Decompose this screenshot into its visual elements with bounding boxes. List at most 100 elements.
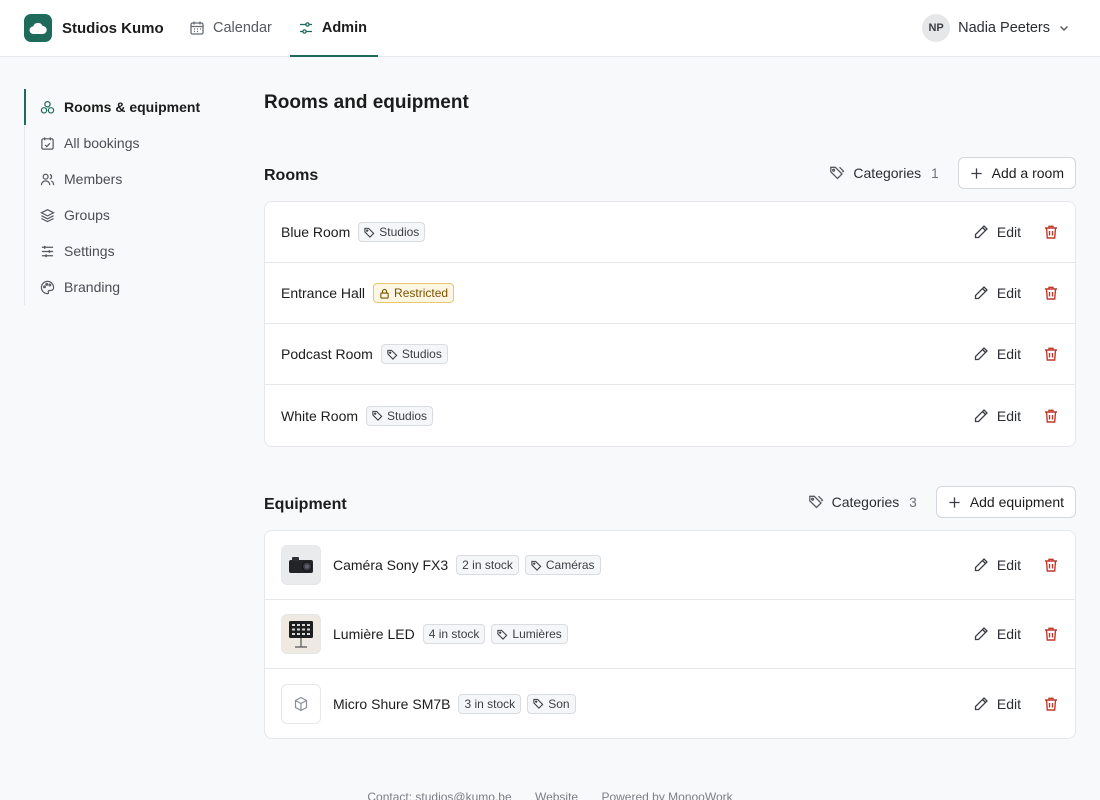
list-item: Caméra Sony FX3 2 in stock Caméras Edit: [265, 531, 1075, 600]
room-name: Podcast Room: [281, 346, 373, 362]
sidebar-item-label: Settings: [64, 243, 115, 259]
rooms-section-title: Rooms: [264, 167, 319, 184]
sliders-icon: [299, 22, 312, 34]
category-chip: Studios: [366, 405, 434, 426]
top-nav: Calendar Admin: [189, 0, 396, 57]
room-name: Blue Room: [281, 224, 351, 240]
delete-button[interactable]: [1043, 224, 1059, 240]
users-icon: [40, 173, 55, 185]
delete-button[interactable]: [1043, 408, 1059, 424]
trash-icon: [1045, 697, 1057, 711]
delete-button[interactable]: [1043, 557, 1059, 573]
sliders-icon: [41, 245, 54, 257]
trash-icon: [1045, 627, 1057, 641]
edit-button[interactable]: Edit: [973, 346, 1021, 362]
room-name: Entrance Hall: [281, 285, 366, 301]
shapes-icon: [40, 100, 55, 114]
user-menu[interactable]: NP Nadia Peeters: [922, 14, 1070, 42]
led-panel-thumbnail-icon: [281, 614, 321, 654]
box-thumbnail-icon: [281, 683, 321, 724]
sidebar: Rooms & equipment All bookings Members G…: [24, 89, 224, 305]
user-name: Nadia Peeters: [958, 20, 1050, 36]
sidebar-item-settings[interactable]: Settings: [25, 233, 224, 269]
list-item: Entrance Hall Restricted Edit: [265, 263, 1075, 324]
edit-button[interactable]: Edit: [973, 408, 1021, 424]
pencil-icon: [974, 696, 988, 710]
edit-button[interactable]: Edit: [973, 696, 1021, 712]
delete-button[interactable]: [1043, 626, 1059, 642]
cloud-logo-icon: [24, 14, 52, 42]
equipment-categories-button[interactable]: Categories 3: [808, 494, 917, 510]
trash-icon: [1045, 286, 1057, 300]
pencil-icon: [974, 225, 988, 239]
edit-button[interactable]: Edit: [973, 626, 1021, 642]
top-bar: Studios Kumo Calendar Admin NP Nadia Pee…: [0, 0, 1100, 57]
sidebar-item-all-bookings[interactable]: All bookings: [25, 125, 224, 161]
sidebar-item-label: Rooms & equipment: [64, 99, 201, 115]
add-equipment-button[interactable]: Add equipment: [935, 486, 1076, 518]
category-chip: Son: [527, 693, 576, 714]
palette-icon: [40, 280, 55, 294]
nav-calendar[interactable]: Calendar: [189, 0, 280, 56]
tag-icon: [364, 227, 375, 238]
brand-name: Studios Kumo: [62, 19, 164, 37]
plus-icon: [949, 496, 960, 508]
trash-icon: [1045, 409, 1057, 423]
rooms-categories-button[interactable]: Categories 1: [829, 165, 939, 181]
categories-label: Categories: [853, 165, 922, 181]
stock-chip: 4 in stock: [422, 624, 486, 644]
edit-button[interactable]: Edit: [973, 285, 1021, 301]
rooms-list: Blue Room Studios Edit Entrance Hall Res…: [264, 201, 1076, 447]
category-chip: Studios: [358, 222, 426, 242]
tags-icon: [808, 495, 824, 509]
lock-icon: [380, 288, 389, 299]
list-item: Blue Room Studios Edit: [265, 202, 1075, 263]
nav-admin[interactable]: Admin: [289, 0, 379, 57]
pencil-icon: [974, 627, 988, 641]
trash-icon: [1045, 225, 1057, 239]
calendar-check-icon: [41, 136, 54, 150]
tag-icon: [497, 629, 508, 640]
edit-button[interactable]: Edit: [973, 557, 1021, 573]
equipment-name: Micro Shure SM7B: [333, 695, 451, 712]
footer-powered-link[interactable]: Powered by MonooWork: [601, 790, 732, 800]
list-item: Micro Shure SM7B 3 in stock Son Edit: [265, 669, 1075, 738]
sidebar-item-members[interactable]: Members: [25, 161, 224, 197]
sidebar-item-rooms-equipment[interactable]: Rooms & equipment: [24, 89, 224, 125]
footer-contact-link[interactable]: Contact: studios@kumo.be: [367, 790, 511, 800]
avatar: NP: [922, 14, 951, 42]
sidebar-item-branding[interactable]: Branding: [25, 269, 224, 305]
nav-admin-label: Admin: [321, 20, 367, 36]
category-chip: Caméras: [524, 555, 601, 575]
footer: Contact: studios@kumo.be Website Powered…: [0, 790, 1100, 800]
camera-thumbnail-icon: [281, 545, 321, 585]
equipment-name: Lumière LED: [333, 626, 415, 642]
tag-icon: [372, 410, 383, 421]
equipment-actions: Categories 3 Add equipment: [808, 486, 1076, 518]
sidebar-item-label: Groups: [64, 207, 110, 223]
categories-count: 1: [931, 165, 939, 181]
sidebar-item-groups[interactable]: Groups: [25, 197, 224, 233]
tags-icon: [830, 166, 845, 180]
delete-button[interactable]: [1043, 346, 1059, 362]
edit-button[interactable]: Edit: [973, 224, 1021, 240]
footer-website-link[interactable]: Website: [535, 790, 578, 800]
tag-icon: [387, 349, 398, 360]
sidebar-item-label: All bookings: [64, 135, 140, 151]
delete-button[interactable]: [1043, 285, 1059, 301]
page-title: Rooms and equipment: [264, 92, 469, 113]
list-item: Lumière LED 4 in stock Lumières Edit: [265, 600, 1075, 669]
delete-button[interactable]: [1043, 696, 1059, 712]
brand[interactable]: Studios Kumo: [24, 14, 164, 42]
layers-icon: [40, 208, 55, 222]
tag-icon: [531, 560, 542, 571]
category-chip: Studios: [380, 344, 448, 364]
stock-chip: 2 in stock: [456, 555, 519, 575]
nav-calendar-label: Calendar: [213, 20, 272, 36]
list-item: Podcast Room Studios Edit: [265, 324, 1075, 385]
tag-icon: [533, 698, 544, 709]
add-room-button[interactable]: Add a room: [957, 157, 1076, 189]
sidebar-item-label: Members: [64, 171, 123, 187]
equipment-name: Caméra Sony FX3: [333, 557, 449, 573]
equipment-list: Caméra Sony FX3 2 in stock Caméras Edit: [264, 530, 1076, 739]
